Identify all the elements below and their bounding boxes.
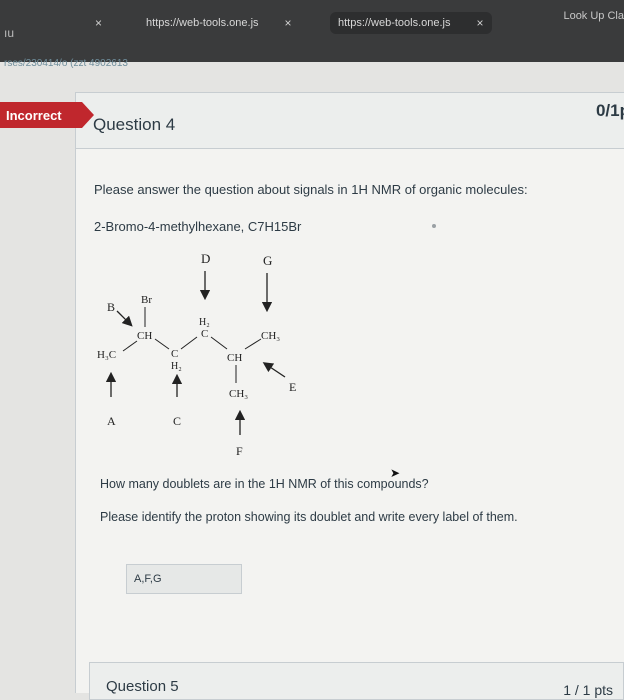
group-ch-br: CH — [137, 330, 152, 342]
look-up-button[interactable]: Look Up Cla — [563, 10, 624, 22]
group-h2-left: H₂ — [171, 361, 182, 372]
question-line-1: How many doublets are in the 1H NMR of t… — [100, 477, 429, 491]
molecule-structure-diagram: D G B E A C F Br CH H₃C C H₂ H₂ C CH CH₃… — [97, 251, 296, 458]
group-ch-mid: CH — [227, 352, 242, 364]
question-line-2: Please identify the proton showing its d… — [100, 510, 518, 524]
close-icon[interactable]: × — [477, 16, 484, 30]
tab-title: https://web-tools.one.js — [146, 17, 259, 29]
browser-tab-1[interactable]: × https://web-tools.one.js × — [95, 12, 292, 34]
arrow-e — [262, 362, 286, 378]
menu-text[interactable]: ıu — [4, 26, 14, 40]
question-points: 0/1p — [595, 101, 624, 120]
group-c-top: C — [201, 328, 208, 340]
label-e: E — [289, 380, 296, 394]
group-h2-top: H₂ — [199, 317, 210, 328]
url-fragment: rses/230414/o (zzt 4902613 — [4, 58, 128, 69]
browser-tab-bar: ıu × https://web-tools.one.js × https://… — [0, 0, 624, 69]
arrow-b — [116, 310, 133, 327]
label-a: A — [107, 414, 116, 428]
group-h3c: H₃C — [97, 349, 116, 361]
bond — [244, 338, 262, 350]
next-question-points: 1 / 1 pts — [563, 682, 613, 698]
browser-tab-2[interactable]: https://web-tools.one.js × — [330, 12, 492, 34]
close-icon[interactable]: × — [285, 16, 292, 30]
incorrect-badge: Incorrect — [0, 102, 94, 128]
label-b: B — [107, 300, 115, 314]
bond — [210, 336, 228, 350]
answer-input[interactable]: A,F,G — [126, 564, 242, 594]
decorative-dot — [432, 224, 436, 228]
close-icon[interactable]: × — [95, 16, 102, 30]
group-br: Br — [141, 294, 152, 306]
next-question-title: Question 5 — [106, 678, 179, 695]
question-title: Question 4 — [93, 115, 176, 134]
bond — [122, 340, 138, 352]
bond — [154, 338, 170, 350]
question-header: Question 4 0/1p — [76, 93, 624, 149]
label-d: D — [201, 251, 210, 266]
compound-name: 2-Bromo-4-methylhexane, C7H15Br — [94, 219, 302, 234]
tab-title: https://web-tools.one.js — [338, 17, 451, 29]
group-c-left: C — [171, 348, 178, 360]
label-g: G — [263, 253, 272, 268]
next-question-header: Question 5 1 / 1 pts — [89, 662, 624, 700]
label-f: F — [236, 444, 243, 458]
group-ch3-right: CH₃ — [261, 330, 280, 342]
question-prompt: Please answer the question about signals… — [94, 182, 528, 197]
bond — [180, 336, 198, 350]
label-c: C — [173, 414, 181, 428]
group-ch3-bottom: CH₃ — [229, 388, 248, 400]
